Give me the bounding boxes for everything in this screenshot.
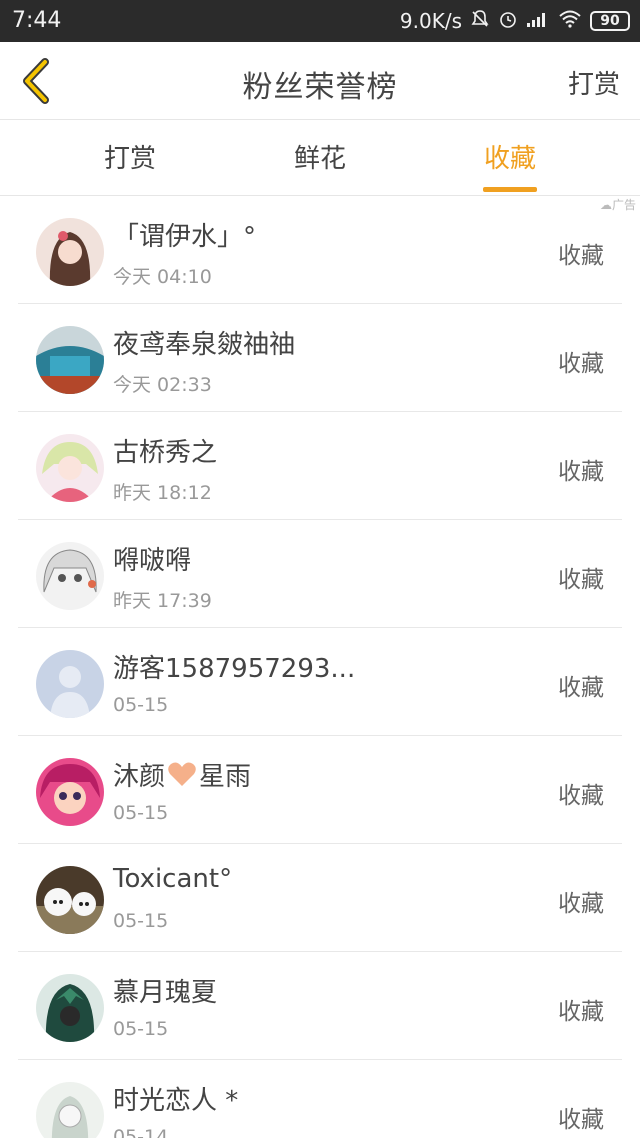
fan-name: 沐颜 星雨 (113, 756, 251, 794)
fan-name: 时光恋人 * (113, 1086, 239, 1116)
page-title: 粉丝荣誉榜 (242, 70, 398, 105)
avatar[interactable] (36, 866, 104, 934)
fan-time: 昨天 18:12 (113, 482, 212, 504)
list-item[interactable]: 「谓伊水」° 今天 04:10 收藏 (0, 196, 640, 304)
avatar[interactable] (36, 326, 104, 394)
tab-reward[interactable]: 打赏 (70, 121, 190, 196)
fan-name: 古桥秀之 (113, 438, 218, 468)
status-time: 7:44 (12, 8, 62, 33)
heart-icon (167, 761, 197, 794)
avatar[interactable] (36, 434, 104, 502)
fan-time: 今天 02:33 (113, 374, 212, 396)
reward-button[interactable]: 打赏 (568, 64, 620, 101)
bell-muted-icon (470, 9, 490, 34)
active-tab-indicator (483, 187, 537, 192)
fan-name: 慕月瑰夏 (113, 978, 218, 1008)
tab-flowers[interactable]: 鲜花 (260, 121, 380, 196)
alarm-icon (498, 9, 518, 34)
collect-label: 收藏 (558, 675, 604, 701)
avatar[interactable] (36, 758, 104, 826)
collect-label: 收藏 (558, 1107, 604, 1133)
collect-label: 收藏 (558, 999, 604, 1025)
list-item[interactable]: Toxicant° 05-15 收藏 (0, 844, 640, 952)
fan-time: 05-15 (113, 910, 169, 932)
list-item[interactable]: 慕月瑰夏 05-15 收藏 (0, 952, 640, 1060)
collect-label: 收藏 (558, 243, 604, 269)
fan-time: 05-15 (113, 802, 169, 824)
list-item[interactable]: 时光恋人 * 05-14 收藏 (0, 1060, 640, 1138)
fan-time: 昨天 17:39 (113, 590, 212, 612)
fan-name-part: 星雨 (199, 762, 252, 792)
wifi-icon (558, 9, 582, 33)
network-speed: 9.0K/s (399, 9, 462, 33)
fan-time: 今天 04:10 (113, 266, 212, 288)
fan-time: 05-15 (113, 1018, 169, 1040)
avatar[interactable] (36, 218, 104, 286)
fan-name: 夜鸢奉泉皴䄂䄂 (113, 330, 296, 360)
collect-label: 收藏 (558, 783, 604, 809)
avatar[interactable] (36, 974, 104, 1042)
list-item[interactable]: 嘚啵嘚 昨天 17:39 收藏 (0, 520, 640, 628)
fan-time: 05-15 (113, 694, 169, 716)
tab-collect[interactable]: 收藏 (450, 121, 570, 196)
list-item[interactable]: 游客1587957293... 05-15 收藏 (0, 628, 640, 736)
collect-label: 收藏 (558, 351, 604, 377)
status-bar: 7:44 9.0K/s 90 (0, 0, 640, 42)
fan-name: 游客1587957293... (113, 654, 356, 684)
signal-icon (526, 9, 550, 33)
collect-label: 收藏 (558, 459, 604, 485)
fan-list: 「谓伊水」° 今天 04:10 收藏 夜鸢奉泉皴䄂䄂 今天 02:33 收藏 古… (0, 196, 640, 1138)
collect-label: 收藏 (558, 567, 604, 593)
tab-bar: 打赏 鲜花 收藏 (0, 121, 640, 196)
avatar[interactable] (36, 1082, 104, 1138)
status-indicators: 9.0K/s 90 (400, 8, 630, 34)
fan-name-part: 沐颜 (113, 762, 166, 792)
tab-collect-label: 收藏 (483, 144, 536, 174)
fan-time: 05-14 (113, 1126, 169, 1138)
collect-label: 收藏 (558, 891, 604, 917)
title-bar: 粉丝荣誉榜 打赏 (0, 42, 640, 120)
list-item[interactable]: 沐颜 星雨 05-15 收藏 (0, 736, 640, 844)
fan-name: 「谓伊水」° (113, 222, 257, 252)
fan-name: 嘚啵嘚 (113, 546, 192, 576)
list-item[interactable]: 夜鸢奉泉皴䄂䄂 今天 02:33 收藏 (0, 304, 640, 412)
battery-indicator: 90 (590, 11, 630, 31)
fan-name: Toxicant° (113, 864, 233, 894)
avatar[interactable] (36, 650, 104, 718)
list-item[interactable]: 古桥秀之 昨天 18:12 收藏 (0, 412, 640, 520)
avatar[interactable] (36, 542, 104, 610)
